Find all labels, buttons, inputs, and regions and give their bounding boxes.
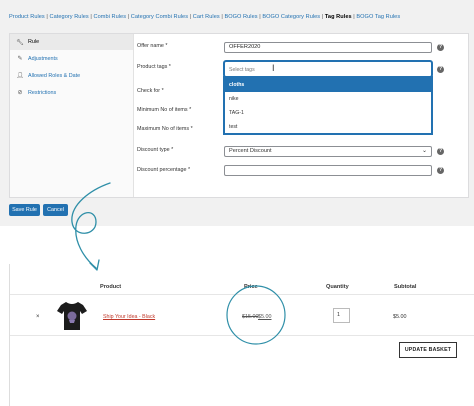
max-items-label: Maximum No of items * xyxy=(137,126,193,132)
header-quantity: Quantity xyxy=(326,284,349,290)
cancel-button[interactable]: Cancel xyxy=(43,204,68,216)
header-price: Price xyxy=(244,284,258,290)
text-cursor-icon: I xyxy=(272,63,275,73)
divider xyxy=(10,335,474,336)
discount-type-select[interactable]: Percent Discount ⌄ xyxy=(224,146,432,157)
rule-tabs: Product Rules | Category Rules | Combi R… xyxy=(9,14,401,20)
chevron-down-icon: ⌄ xyxy=(421,148,427,154)
sidebar-item-adjustments[interactable]: ✎ Adjustments xyxy=(10,50,133,67)
tag-option-cloths[interactable]: cloths xyxy=(225,78,431,92)
tab-bogo-tag-rules[interactable]: BOGO Tag Rules xyxy=(356,14,400,20)
tag-option-nike[interactable]: nike xyxy=(225,92,431,106)
tab-category-combi-rules[interactable]: Category Combi Rules xyxy=(131,14,188,20)
tab-bogo-rules[interactable]: BOGO Rules xyxy=(224,14,257,20)
remove-item-button[interactable]: × xyxy=(36,314,40,320)
user-icon: 👤︎ xyxy=(16,73,24,79)
cart-table: Product Price Quantity Subtotal × Ship Y… xyxy=(9,264,474,406)
sidebar-item-restrictions[interactable]: ⊘ Restrictions xyxy=(10,84,133,101)
tab-cart-rules[interactable]: Cart Rules xyxy=(193,14,220,20)
rule-editor-panel: Product Rules | Category Rules | Combi R… xyxy=(0,0,474,226)
wrench-icon: 🔧︎ xyxy=(16,39,24,46)
discount-percentage-label: Discount percentage * xyxy=(137,167,191,173)
line-subtotal: $5.00 xyxy=(393,314,407,320)
tab-tag-rules[interactable]: Tag Rules xyxy=(325,14,352,20)
tags-dropdown: cloths nike TAG-1 test xyxy=(224,77,432,134)
help-icon[interactable]: ? xyxy=(437,66,444,73)
product-tags-placeholder: Select tags xyxy=(229,67,255,73)
sidebar-item-label: Rule xyxy=(28,39,40,45)
discount-percentage-input[interactable] xyxy=(224,165,432,176)
sidebar-item-label: Adjustments xyxy=(28,55,58,62)
discount-type-value: Percent Discount xyxy=(229,148,272,154)
pencil-icon: ✎ xyxy=(17,56,23,62)
discount-type-label: Discount type * xyxy=(137,147,174,153)
tab-product-rules[interactable]: Product Rules xyxy=(9,14,45,20)
discounted-price: $5.00 xyxy=(258,314,272,320)
settings-sidebar: 🔧︎ Rule ✎ Adjustments 👤︎ Allowed Roles &… xyxy=(10,34,134,197)
help-icon[interactable]: ? xyxy=(437,44,444,51)
header-subtotal: Subtotal xyxy=(394,284,417,290)
save-rule-button[interactable]: Save Rule xyxy=(9,204,40,216)
sidebar-item-rule[interactable]: 🔧︎ Rule xyxy=(10,34,133,50)
offer-name-input[interactable]: OFFER2020 xyxy=(224,42,432,53)
divider xyxy=(10,294,474,295)
tab-bogo-category-rules[interactable]: BOGO Category Rules xyxy=(262,14,320,20)
quantity-input[interactable]: 1 xyxy=(333,308,350,323)
ban-icon: ⊘ xyxy=(17,90,23,96)
product-tags-select[interactable]: Select tags xyxy=(224,61,432,77)
check-for-label: Check for * xyxy=(137,88,164,94)
tag-option-tag-1[interactable]: TAG-1 xyxy=(225,106,431,120)
sidebar-item-allowed-roles[interactable]: 👤︎ Allowed Roles & Date xyxy=(10,67,133,84)
help-icon[interactable]: ? xyxy=(437,167,444,174)
update-basket-button[interactable]: UPDATE BASKET xyxy=(399,342,457,358)
header-product: Product xyxy=(100,284,122,290)
sidebar-item-label: Restrictions xyxy=(28,89,57,96)
original-price: $15.00 xyxy=(242,314,259,320)
offer-name-label: Offer name * xyxy=(137,43,168,49)
tab-combi-rules[interactable]: Combi Rules xyxy=(94,14,127,20)
tab-category-rules[interactable]: Category Rules xyxy=(50,14,89,20)
help-icon[interactable]: ? xyxy=(437,148,444,155)
min-items-label: Minimum No of items * xyxy=(137,107,192,113)
product-link[interactable]: Ship Your Idea - Black xyxy=(103,314,155,320)
tshirt-thumbnail[interactable] xyxy=(55,299,89,333)
product-tags-label: Product tags * xyxy=(137,64,171,70)
sidebar-item-label: Allowed Roles & Date xyxy=(28,72,81,79)
tag-option-test[interactable]: test xyxy=(225,120,431,134)
